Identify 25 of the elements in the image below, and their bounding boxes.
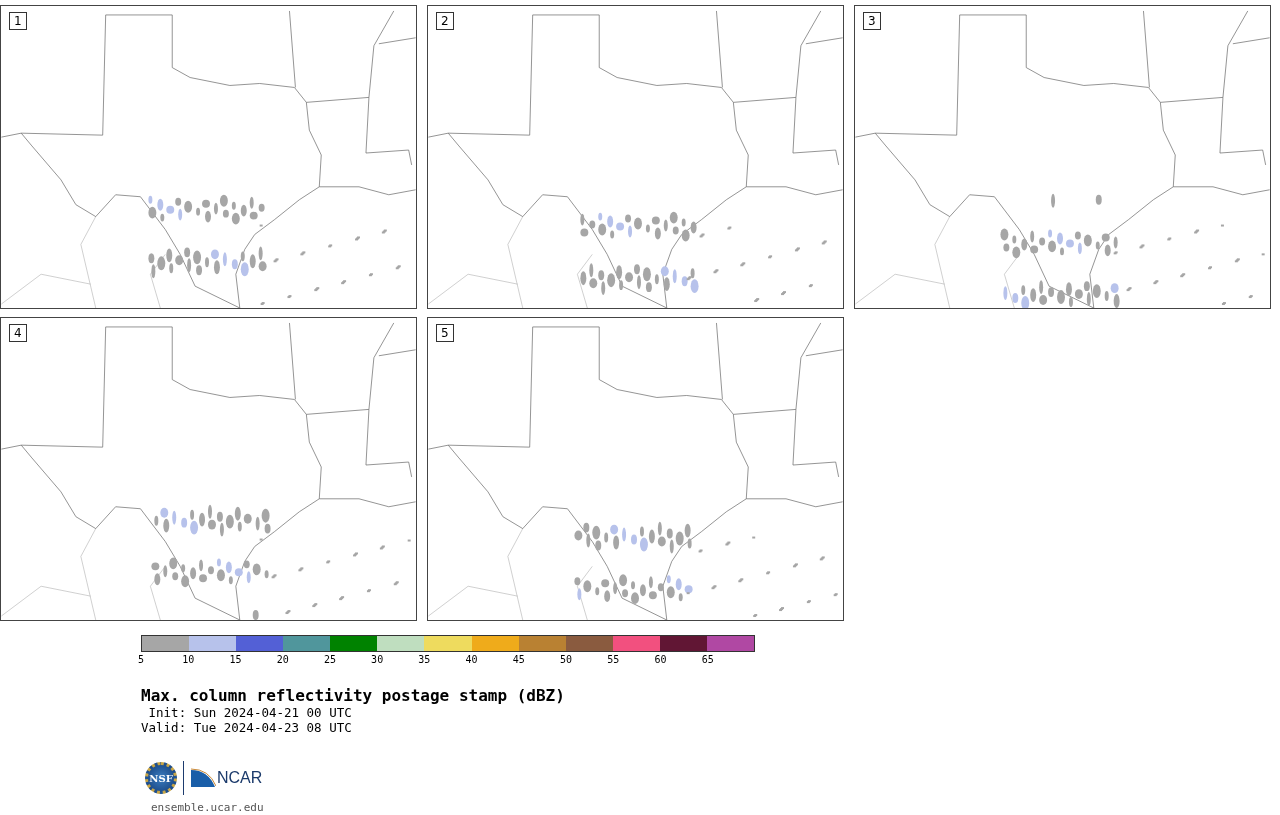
tick-label: 55: [607, 654, 620, 665]
tick-label: 45: [512, 654, 525, 665]
panel-number: 4: [9, 324, 27, 342]
tick-label: 25: [323, 654, 336, 665]
tick-label: 5: [138, 654, 144, 665]
tick-label: 35: [418, 654, 431, 665]
swoosh-icon: [190, 768, 216, 788]
tick-label: 15: [229, 654, 242, 665]
valid-time: Valid: Tue 2024-04-23 08 UTC: [141, 720, 353, 735]
chart-title: Max. column reflectivity postage stamp (dBZ): [141, 686, 566, 705]
tick-label: 50: [560, 654, 573, 665]
tick-label: 30: [371, 654, 384, 665]
tick-label: 10: [182, 654, 195, 665]
panel-number: 5: [436, 324, 454, 342]
ncar-logo-text: NCAR: [217, 769, 263, 787]
panel-number: 2: [436, 12, 454, 30]
panel-number: 3: [863, 12, 881, 30]
panel-number: 1: [9, 12, 27, 30]
website-url: ensemble.ucar.edu: [151, 801, 265, 814]
nsf-logo: NSF: [145, 762, 177, 794]
tick-label: 65: [701, 654, 714, 665]
init-time: Init: Sun 2024-04-21 00 UTC: [147, 705, 353, 720]
tick-label: 20: [276, 654, 289, 665]
tick-label: 40: [465, 654, 478, 665]
tick-label: 60: [654, 654, 667, 665]
